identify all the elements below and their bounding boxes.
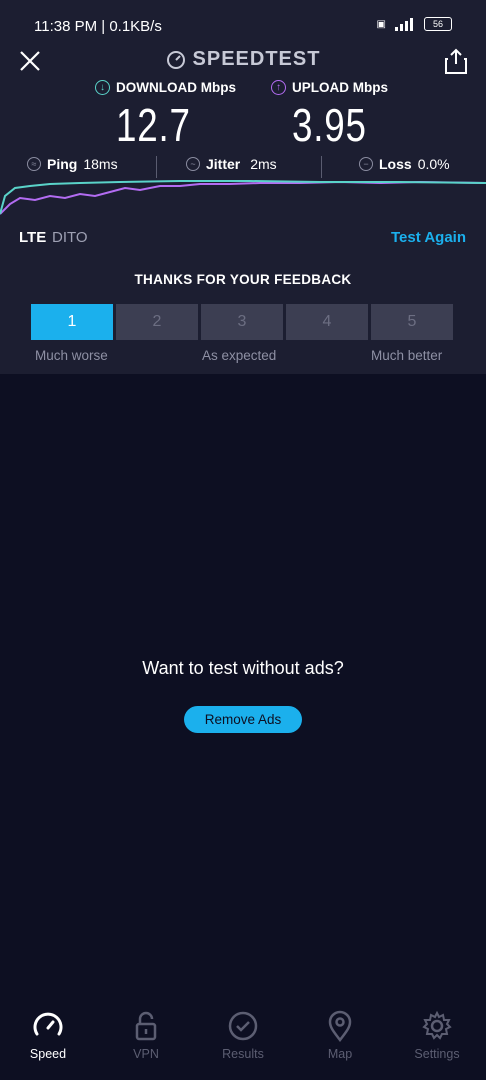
nav-results[interactable]: Results xyxy=(203,1010,283,1061)
rating-2-button[interactable]: 2 xyxy=(116,304,198,340)
network-type: LTE xyxy=(19,229,47,246)
battery-icon: 56 xyxy=(424,17,452,31)
share-icon[interactable] xyxy=(444,47,468,75)
network-provider: DITO xyxy=(52,229,88,246)
signal-icon xyxy=(395,18,413,31)
speed-graph xyxy=(0,180,486,215)
jitter-value: 2ms xyxy=(250,156,277,172)
rating-5-button[interactable]: 5 xyxy=(371,304,453,340)
loss-stat: − Loss 0.0% xyxy=(359,156,450,172)
rating-1-button[interactable]: 1 xyxy=(31,304,113,340)
upload-header: ↑ UPLOAD Mbps xyxy=(271,80,388,95)
nav-settings[interactable]: Settings xyxy=(397,1010,477,1061)
rating-4-button[interactable]: 4 xyxy=(286,304,368,340)
lock-icon xyxy=(135,1011,157,1041)
status-icons: ▣ 56 xyxy=(377,17,452,31)
brand: SPEEDTEST xyxy=(0,48,486,75)
rating-label-high: Much better xyxy=(371,348,443,363)
ping-icon: ≈ xyxy=(27,157,41,171)
speedometer-logo-icon xyxy=(166,50,185,69)
ping-stat: ≈ Ping 18ms xyxy=(27,156,118,172)
nav-map[interactable]: Map xyxy=(300,1010,380,1061)
jitter-icon: ~ xyxy=(186,157,200,171)
bottom-nav: Speed VPN Results Map Settings xyxy=(0,1010,486,1080)
download-arrow-icon: ↓ xyxy=(95,80,110,95)
rating-row: 1 2 3 4 5 xyxy=(31,304,453,340)
nav-settings-label: Settings xyxy=(414,1047,460,1061)
upload-arrow-icon: ↑ xyxy=(271,80,286,95)
upload-label: UPLOAD Mbps xyxy=(292,80,388,95)
nav-vpn[interactable]: VPN xyxy=(106,1010,186,1061)
feedback-title: THANKS FOR YOUR FEEDBACK xyxy=(134,272,352,287)
speedometer-icon xyxy=(33,1012,63,1036)
gear-icon xyxy=(422,1010,452,1040)
rating-3-button[interactable]: 3 xyxy=(201,304,283,340)
divider xyxy=(321,156,322,178)
nav-map-label: Map xyxy=(327,1047,353,1061)
jitter-stat: ~ Jitter 2ms xyxy=(186,156,277,172)
nav-speed-label: Speed xyxy=(29,1047,67,1061)
download-label: DOWNLOAD Mbps xyxy=(116,80,236,95)
download-header: ↓ DOWNLOAD Mbps xyxy=(95,80,236,95)
battery-level: 56 xyxy=(432,19,443,29)
check-circle-icon xyxy=(228,1011,258,1041)
test-again-button[interactable]: Test Again xyxy=(391,229,466,246)
ping-label: Ping xyxy=(47,156,78,172)
loss-value: 0.0% xyxy=(417,156,450,172)
nav-speed[interactable]: Speed xyxy=(8,1010,88,1061)
jitter-label: Jitter xyxy=(206,156,241,172)
divider xyxy=(156,156,157,178)
loss-icon: − xyxy=(359,157,373,171)
rating-label-mid: As expected xyxy=(202,348,277,363)
ad-prompt: Want to test without ads? xyxy=(142,658,344,678)
upload-graph-line xyxy=(0,180,486,215)
download-value: 12.7 xyxy=(116,99,191,151)
map-pin-icon xyxy=(328,1010,352,1042)
ping-value: 18ms xyxy=(83,156,118,172)
loss-label: Loss xyxy=(379,156,412,172)
rating-label-low: Much worse xyxy=(35,348,108,363)
brand-title: SPEEDTEST xyxy=(192,48,321,70)
download-graph-line xyxy=(0,180,486,215)
status-time: 11:38 PM | 0.1KB/s xyxy=(34,18,162,35)
volte-icon: ▣ xyxy=(376,18,386,30)
upload-value: 3.95 xyxy=(292,99,367,151)
remove-ads-button[interactable]: Remove Ads xyxy=(184,706,302,733)
nav-results-label: Results xyxy=(222,1047,264,1061)
nav-vpn-label: VPN xyxy=(133,1047,159,1061)
